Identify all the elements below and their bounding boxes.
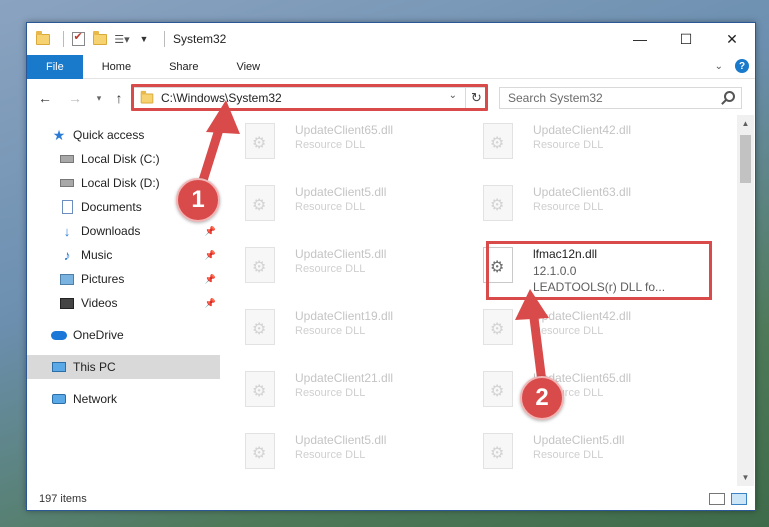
- arrow-2-head: [515, 289, 549, 320]
- step-marker-2: 2: [520, 376, 564, 420]
- annotation-arrows: [195, 100, 549, 387]
- arrow-2-shaft: [528, 305, 547, 387]
- arrow-1-head: [206, 100, 240, 134]
- step-marker-1: 1: [176, 178, 220, 222]
